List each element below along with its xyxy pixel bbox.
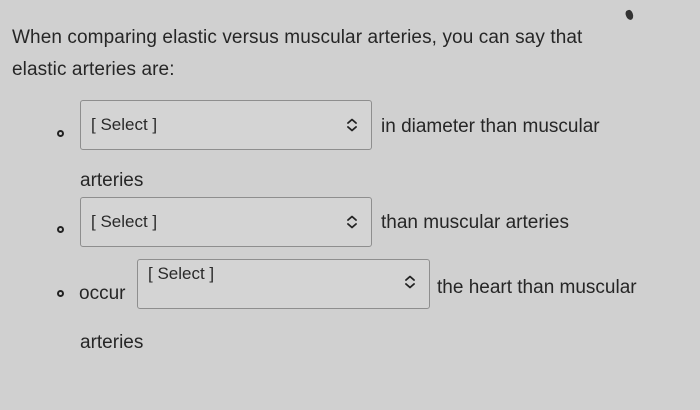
- option-3-before-text: occur: [79, 283, 126, 304]
- select-value: [ Select ]: [148, 264, 215, 284]
- option-1-after-text: in diameter than muscular: [381, 116, 600, 137]
- bullet-icon: [57, 130, 64, 137]
- chevron-up-down-icon: [405, 275, 415, 288]
- chevron-up-down-icon: [347, 118, 357, 132]
- option-3-after-text: the heart than muscular: [437, 277, 637, 298]
- option-2-after-text: than muscular arteries: [381, 212, 569, 233]
- select-thickness[interactable]: [ Select ]: [80, 197, 372, 247]
- pen-mark-icon: [624, 9, 635, 21]
- option-3-continuation-text: arteries: [80, 332, 144, 353]
- bullet-icon: [57, 226, 64, 233]
- option-1-continuation-text: arteries: [80, 170, 144, 191]
- question-text: When comparing elastic versus muscular a…: [12, 27, 583, 80]
- select-size[interactable]: [ Select ]: [80, 100, 372, 150]
- bullet-icon: [57, 290, 64, 297]
- select-location[interactable]: [ Select ]: [137, 259, 430, 309]
- select-value: [ Select ]: [91, 212, 158, 231]
- chevron-up-down-icon: [347, 215, 357, 229]
- select-value: [ Select ]: [91, 115, 158, 134]
